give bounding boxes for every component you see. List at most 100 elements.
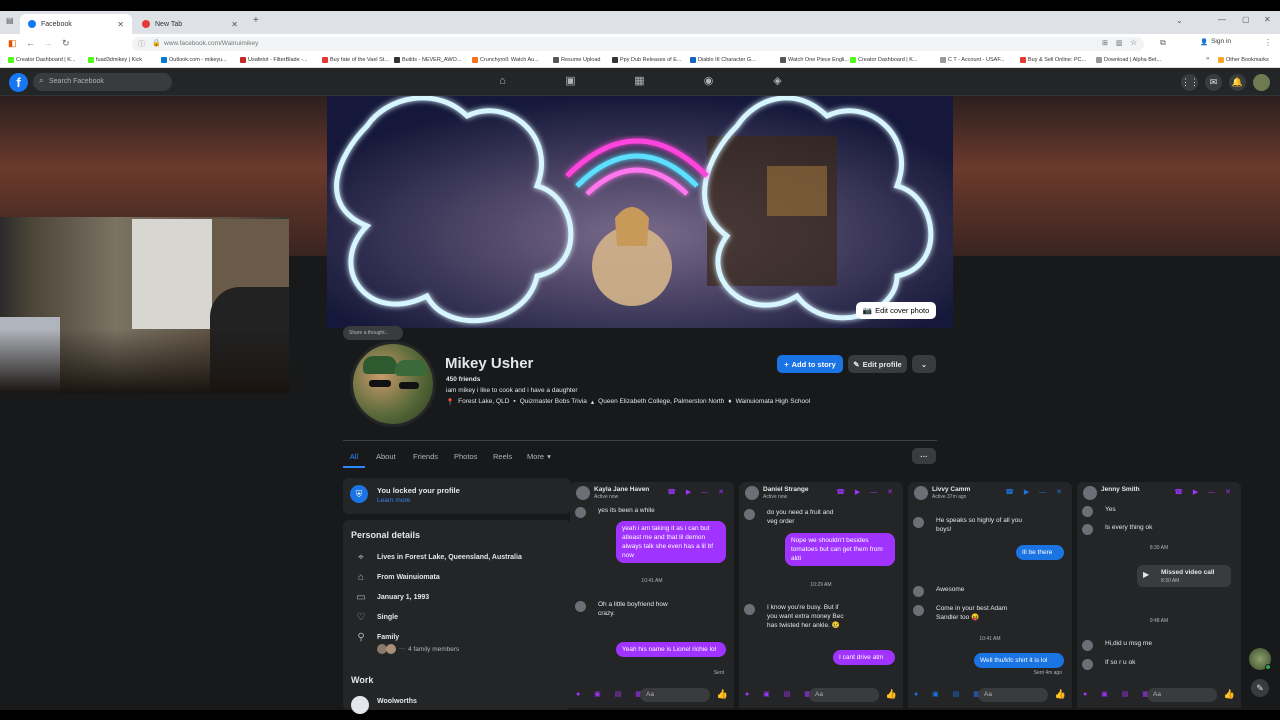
friends-count[interactable]: 450 friends — [446, 376, 480, 383]
composer-tools-icon[interactable]: ● ▣ ▤ ▦ — [745, 690, 817, 698]
reader-icon[interactable]: ▥ — [1116, 39, 1123, 47]
bookmarks-overflow-icon[interactable]: » — [1206, 56, 1209, 62]
tab-more[interactable]: More ▾ — [527, 452, 551, 461]
composer-tools-icon[interactable]: ● ▣ ▤ ▦ — [1083, 690, 1155, 698]
menu-grid-icon[interactable]: ⋮⋮ — [1181, 74, 1199, 91]
like-icon[interactable]: 👍 — [886, 689, 897, 700]
chat-window[interactable]: Daniel Strange Active now ☎ ▶ — ✕ do you ne… — [739, 482, 903, 708]
tab-list-icon[interactable]: ⌄ — [1176, 16, 1183, 25]
minimize-icon[interactable]: — — [1218, 15, 1226, 24]
bookmark-item[interactable]: Crunchyroll: Watch Au... — [472, 57, 539, 63]
composer-tools-icon[interactable]: ● ▣ ▤ ▦ — [914, 690, 986, 698]
address-field[interactable]: ⓘ 🔒 www.facebook.com/Wainuimikey ⊞ ▥ ☆ — [132, 37, 1144, 51]
other-bookmarks[interactable]: Other Bookmarks — [1218, 57, 1269, 63]
bookmark-item[interactable]: Watch One Piece Engli... — [780, 57, 849, 63]
menu-icon[interactable]: ⋮ — [1264, 38, 1272, 47]
work-place[interactable]: Woolworths — [377, 698, 417, 705]
forward-icon[interactable]: → — [43, 38, 52, 48]
edit-profile-button[interactable]: ✎ Edit profile — [848, 355, 907, 373]
chat-header-icons[interactable]: ☎ ▶ — ✕ — [836, 488, 897, 496]
bookmark-favicon-icon — [850, 57, 856, 63]
reload-icon[interactable]: ↻ — [62, 38, 70, 49]
bookmark-item[interactable]: Diablo III Character G... — [690, 57, 756, 63]
bookmark-item[interactable]: C T - Account - USAF... — [940, 57, 1005, 63]
edit-cover-photo-button[interactable]: 📷 Edit cover photo — [856, 302, 936, 319]
message-input[interactable]: Aa — [809, 688, 879, 702]
like-icon[interactable]: 👍 — [717, 689, 728, 700]
family-avatars[interactable]: ··· 4 family members — [377, 644, 459, 654]
bookmark-favicon-icon — [690, 57, 696, 63]
bookmark-star-icon[interactable]: ☆ — [1130, 38, 1137, 47]
new-tab-button[interactable]: + — [253, 15, 259, 26]
chat-window[interactable]: Kayla Jane Haven Active now ☎ ▶ — ✕ yes its… — [570, 482, 734, 708]
bookmark-item[interactable]: Download | Alpha Bet... — [1096, 57, 1161, 63]
bookmark-item[interactable]: Creator Dashboard | K... — [850, 57, 918, 63]
messenger-icon[interactable]: ✉ — [1205, 74, 1222, 91]
chat-header-icons[interactable]: ☎ ▶ — ✕ — [1174, 488, 1235, 496]
bookmark-item[interactable]: Buy fate of the Vael St... — [322, 57, 389, 63]
chat-window[interactable]: Livvy Camm Active 37m ago ☎ ▶ — ✕ He speaks… — [908, 482, 1072, 708]
cover-photo[interactable]: 📷 Edit cover photo — [327, 96, 953, 328]
learn-more-link[interactable]: Learn more — [377, 497, 410, 504]
info-icon[interactable]: ⓘ — [138, 39, 145, 49]
bookmark-item[interactable]: Creator Dashboard | K... — [8, 57, 76, 63]
message-input[interactable]: Aa — [978, 688, 1048, 702]
install-icon[interactable]: ⊞ — [1102, 39, 1108, 47]
message-input[interactable]: Aa — [640, 688, 710, 702]
share-thought-bubble[interactable]: Share a thought... — [343, 326, 403, 340]
marketplace-icon[interactable]: ▦ — [633, 75, 646, 88]
maximize-icon[interactable]: ▢ — [1242, 15, 1250, 24]
chat-header[interactable]: Jenny Smith ☎ ▶ — ✕ — [1077, 482, 1241, 504]
bookmark-item[interactable]: Resume Upload — [553, 57, 600, 63]
browser-tabstrip: ▤ Facebook ✕ New Tab ✕ + ⌄ — ▢ ✕ — [0, 11, 1280, 34]
bookmark-item[interactable]: Usafetot - FilterBlade -... — [240, 57, 308, 63]
tab-about[interactable]: About — [376, 452, 396, 461]
like-icon[interactable]: 👍 — [1224, 689, 1235, 700]
facebook-logo[interactable]: f — [9, 73, 28, 92]
tab-facebook[interactable]: Facebook ✕ — [20, 14, 132, 34]
profile-dropdown-button[interactable]: ⌄ — [912, 355, 936, 373]
message-input[interactable]: Aa — [1147, 688, 1217, 702]
more-options-button[interactable]: ··· — [912, 448, 936, 464]
bookmark-item[interactable]: Buy & Sell Online: PC... — [1020, 57, 1086, 63]
new-message-button[interactable]: ✎ — [1251, 679, 1269, 697]
like-icon[interactable]: 👍 — [1055, 689, 1066, 700]
bell-icon[interactable]: 🔔 — [1229, 74, 1246, 91]
close-icon[interactable]: ✕ — [117, 20, 124, 29]
bookmark-item[interactable]: Ppy Dub Releases of E... — [612, 57, 681, 63]
back-icon[interactable]: ← — [26, 38, 35, 48]
tab-new[interactable]: New Tab ✕ — [134, 14, 246, 34]
tab-friends[interactable]: Friends — [413, 452, 438, 461]
tab-all[interactable]: All — [343, 446, 365, 468]
chat-header[interactable]: Kayla Jane Haven Active now ☎ ▶ — ✕ — [570, 482, 734, 504]
composer-tools-icon[interactable]: ● ▣ ▤ ▦ — [576, 690, 648, 698]
chat-header-icons[interactable]: ☎ ▶ — ✕ — [1005, 488, 1066, 496]
window-close-icon[interactable]: ✕ — [1264, 15, 1271, 24]
chat-header-icons[interactable]: ☎ ▶ — ✕ — [667, 488, 728, 496]
missed-call-bubble[interactable]: ▶ Missed video call 8:30 AM — [1137, 565, 1231, 587]
outgoing-message: Yeah his name is Lionel richie lol — [616, 642, 726, 657]
bookmark-item[interactable]: Builds - NEVER_AWO... — [394, 57, 461, 63]
chat-window[interactable]: Jenny Smith ☎ ▶ — ✕ Yes Is every thing ok 8:… — [1077, 482, 1241, 708]
sign-in-button[interactable]: 👤 Sign in — [1200, 38, 1231, 46]
chat-header[interactable]: Livvy Camm Active 37m ago ☎ ▶ — ✕ — [908, 482, 1072, 504]
gaming-icon[interactable]: ◈ — [771, 75, 784, 88]
tab-reels[interactable]: Reels — [493, 452, 512, 461]
profile-avatar[interactable] — [1253, 74, 1270, 91]
sidebar-icon[interactable]: ◧ — [8, 38, 17, 49]
video-icon[interactable]: ▣ — [564, 75, 577, 88]
extensions-icon[interactable]: ⧉ — [1160, 38, 1166, 48]
groups-icon[interactable]: ◉ — [702, 75, 715, 88]
profile-picture[interactable] — [350, 341, 436, 427]
tab-search-icon[interactable]: ▤ — [6, 16, 14, 25]
add-to-story-button[interactable]: + Add to story — [777, 355, 843, 373]
close-icon[interactable]: ✕ — [231, 20, 238, 29]
tab-photos[interactable]: Photos — [454, 452, 477, 461]
chat-head-avatar[interactable] — [1249, 648, 1271, 670]
other-bookmarks-label: Other Bookmarks — [1226, 57, 1269, 63]
search-input[interactable]: ⌕ Search Facebook — [33, 73, 172, 91]
bookmark-item[interactable]: Outlook.com - mikeyu... — [161, 57, 227, 63]
chat-header[interactable]: Daniel Strange Active now ☎ ▶ — ✕ — [739, 482, 903, 504]
home-icon[interactable]: ⌂ — [496, 75, 509, 88]
bookmark-item[interactable]: fuad3dmikey | Kick — [88, 57, 142, 63]
